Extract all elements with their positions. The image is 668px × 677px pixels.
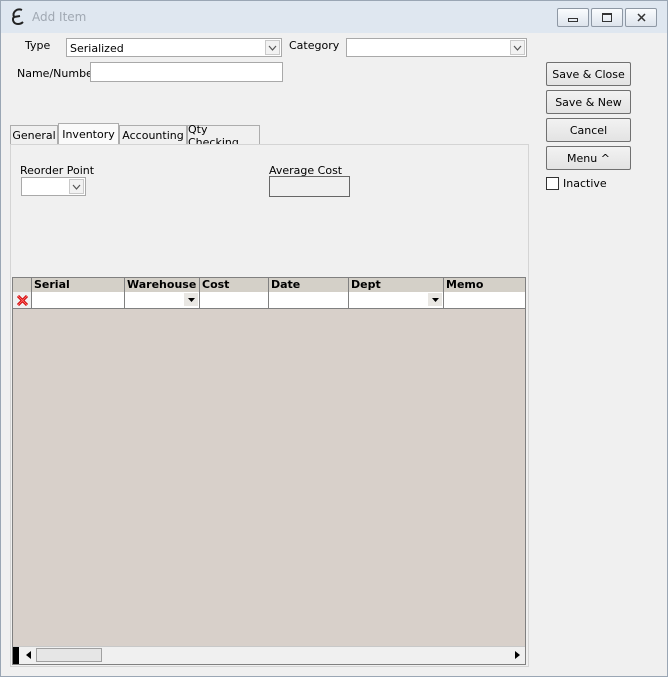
cancel-label: Cancel: [569, 123, 608, 137]
save-close-button[interactable]: Save & Close: [546, 62, 631, 86]
column-header-date[interactable]: Date: [269, 278, 349, 292]
tab-general[interactable]: General: [10, 125, 58, 145]
horizontal-scrollbar[interactable]: [13, 646, 525, 664]
minimize-button[interactable]: [557, 8, 589, 27]
app-logo-icon: [12, 8, 24, 26]
cell-date[interactable]: [269, 292, 349, 309]
scrollbar-left-edge: [13, 647, 19, 664]
reorder-point-label: Reorder Point: [20, 164, 95, 177]
save-new-label: Save & New: [555, 95, 622, 109]
column-header-memo[interactable]: Memo: [444, 278, 525, 292]
grid-row-header-corner: [13, 278, 32, 292]
menu-label: Menu ^: [567, 151, 610, 165]
scroll-right-button[interactable]: [509, 647, 525, 663]
serial-numbers-grid[interactable]: Serial Numbers Warehouse Cost Date Dept …: [12, 277, 526, 665]
type-value: Serialized: [70, 42, 124, 55]
close-button[interactable]: [625, 8, 657, 27]
column-header-warehouse[interactable]: Warehouse: [125, 278, 200, 292]
average-cost-field: [269, 176, 350, 197]
name-number-label: Name/Number: [17, 67, 98, 80]
cell-cost[interactable]: [200, 292, 269, 309]
reorder-point-select[interactable]: [21, 177, 86, 196]
save-close-label: Save & Close: [552, 67, 625, 81]
delete-row-icon: [16, 294, 29, 307]
tab-general-label: General: [12, 129, 56, 142]
column-header-cost[interactable]: Cost: [200, 278, 269, 292]
cell-serial-number[interactable]: [32, 292, 125, 309]
tab-inventory[interactable]: Inventory: [58, 123, 119, 145]
chevron-down-icon[interactable]: [265, 40, 280, 55]
save-new-button[interactable]: Save & New: [546, 90, 631, 114]
arrow-right-icon: [514, 651, 520, 659]
add-item-window: Add Item Type Serialized Category Name/N…: [0, 0, 668, 677]
category-select[interactable]: [346, 38, 527, 57]
cell-memo[interactable]: [444, 292, 525, 309]
type-label: Type: [25, 39, 51, 52]
cell-dept[interactable]: [349, 292, 444, 309]
close-icon: [636, 13, 646, 22]
inactive-label: Inactive: [563, 177, 607, 190]
cancel-button[interactable]: Cancel: [546, 118, 631, 142]
cell-warehouse[interactable]: [125, 292, 200, 309]
category-label: Category: [289, 39, 340, 52]
column-header-serial-numbers[interactable]: Serial Numbers: [32, 278, 125, 305]
tab-qty-checking[interactable]: Qty Checking: [187, 123, 260, 149]
tab-inventory-label: Inventory: [62, 128, 115, 141]
scrollbar-thumb[interactable]: [36, 648, 102, 662]
arrow-left-icon: [25, 651, 31, 659]
minimize-icon: [568, 17, 578, 22]
inactive-checkbox[interactable]: [546, 177, 559, 190]
name-number-field[interactable]: [90, 62, 283, 82]
chevron-down-icon[interactable]: [510, 40, 525, 55]
delete-row-button[interactable]: [13, 292, 32, 309]
menu-button[interactable]: Menu ^: [546, 146, 631, 170]
dropdown-arrow-icon[interactable]: [428, 293, 442, 306]
chevron-down-icon[interactable]: [69, 179, 84, 194]
restore-icon: [602, 13, 612, 22]
scroll-left-button[interactable]: [20, 647, 36, 663]
tab-accounting[interactable]: Accounting: [119, 125, 187, 145]
tab-accounting-label: Accounting: [122, 129, 184, 142]
window-title: Add Item: [32, 10, 87, 24]
type-select[interactable]: Serialized: [66, 38, 282, 57]
title-bar: Add Item: [1, 1, 667, 33]
restore-button[interactable]: [591, 8, 623, 27]
column-header-dept[interactable]: Dept: [349, 278, 444, 292]
dropdown-arrow-icon[interactable]: [184, 293, 198, 306]
